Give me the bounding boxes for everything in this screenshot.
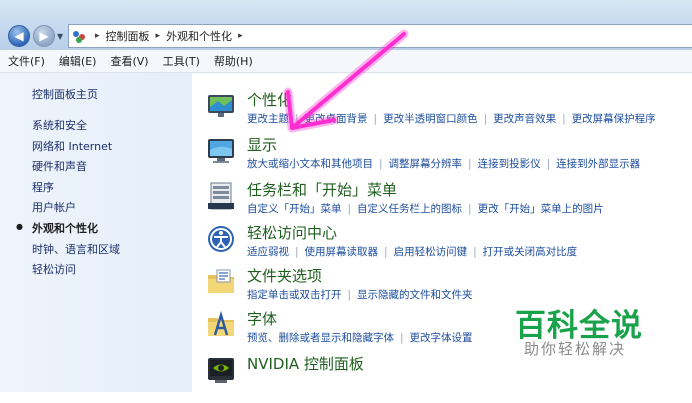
sidebar: 控制面板主页 系统和安全 网络和 Internet 硬件和声音 程序 用户帐户 … <box>0 73 193 392</box>
folder-options-icon[interactable] <box>206 267 236 297</box>
control-panel-icon <box>73 29 89 43</box>
ease-of-access-icon[interactable] <box>206 224 236 254</box>
task-link[interactable]: 连接到外部显示器 <box>556 158 640 170</box>
task-link[interactable]: 更改声音效果 <box>493 113 556 125</box>
breadcrumb-separator: ▸ <box>95 31 100 41</box>
link-divider: | <box>483 113 488 125</box>
task-link[interactable]: 指定单击或双击打开 <box>247 289 342 301</box>
category-title[interactable]: 显示 <box>247 134 277 155</box>
link-divider: | <box>400 332 404 344</box>
personalization-icon[interactable] <box>206 91 236 121</box>
sidebar-item-clock-language[interactable]: 时钟、语言和区域 <box>32 241 120 262</box>
sidebar-home-link[interactable]: 控制面板主页 <box>32 86 98 102</box>
breadcrumb-separator[interactable]: ▸ <box>238 31 243 41</box>
task-link[interactable]: 打开或关闭高对比度 <box>483 246 578 258</box>
link-divider: | <box>373 113 378 125</box>
breadcrumb-appearance[interactable]: 外观和个性化 <box>166 28 232 44</box>
category-links: 放大或缩小文本和其他项目 | 调整屏幕分辨率 | 连接到投影仪 | 连接到外部显示器 <box>247 156 640 171</box>
task-link[interactable]: 连接到投影仪 <box>478 158 541 170</box>
task-link[interactable]: 更改半透明窗口颜色 <box>383 113 478 125</box>
task-link[interactable]: 使用屏幕读取器 <box>305 246 379 258</box>
category-title[interactable]: 轻松访问中心 <box>247 222 337 243</box>
address-bar: ◀ ▶ ▼ ▸ 控制面板 ▸ 外观和个性化 ▸ <box>0 0 692 50</box>
link-divider: | <box>347 203 352 215</box>
sidebar-item-system-security[interactable]: 系统和安全 <box>32 117 120 138</box>
task-link[interactable]: 显示隐藏的文件和文件夹 <box>357 289 473 301</box>
menu-edit[interactable]: 编辑(E) <box>53 53 103 69</box>
link-divider: | <box>379 158 383 170</box>
sidebar-item-network[interactable]: 网络和 Internet <box>32 138 120 159</box>
task-link[interactable]: 更改「开始」菜单上的图片 <box>478 203 604 215</box>
recent-pages-dropdown[interactable]: ▼ <box>57 32 63 41</box>
category-links: 自定义「开始」菜单 | 自定义任务栏上的图标 | 更改「开始」菜单上的图片 <box>247 201 604 216</box>
category-title[interactable]: 任务栏和「开始」菜单 <box>247 179 397 200</box>
category-title[interactable]: NVIDIA 控制面板 <box>247 353 364 374</box>
link-divider: | <box>384 246 388 258</box>
link-divider: | <box>468 203 472 215</box>
link-divider: | <box>295 113 299 125</box>
link-divider: | <box>347 289 352 301</box>
category-title[interactable]: 字体 <box>247 308 277 329</box>
nvidia-icon[interactable] <box>206 355 236 385</box>
link-divider: | <box>473 246 477 258</box>
task-link[interactable]: 启用轻松访问键 <box>394 246 468 258</box>
breadcrumb[interactable]: ▸ 控制面板 ▸ 外观和个性化 ▸ <box>68 24 692 48</box>
menu-view[interactable]: 查看(V) <box>104 53 154 69</box>
breadcrumb-separator: ▸ <box>155 31 161 41</box>
link-divider: | <box>562 113 566 125</box>
link-divider: | <box>546 158 551 170</box>
link-divider: | <box>468 158 472 170</box>
back-button[interactable]: ◀ <box>8 25 30 47</box>
breadcrumb-control-panel[interactable]: 控制面板 <box>106 28 150 44</box>
category-links: 适应弱视 | 使用屏幕读取器 | 启用轻松访问键 | 打开或关闭高对比度 <box>247 244 577 259</box>
category-links: 更改主题 | 更改桌面背景 | 更改半透明窗口颜色 | 更改声音效果 | 更改屏幕保护程序 <box>247 111 656 126</box>
sidebar-list: 系统和安全 网络和 Internet 硬件和声音 程序 用户帐户 外观和个性化 … <box>16 117 120 282</box>
fonts-icon[interactable] <box>206 310 236 340</box>
menu-file[interactable]: 文件(F) <box>2 53 51 69</box>
menu-bar: 文件(F) 编辑(E) 查看(V) 工具(T) 帮助(H) <box>0 50 692 73</box>
taskbar-icon[interactable] <box>206 181 236 211</box>
sidebar-item-appearance: 外观和个性化 <box>16 220 120 241</box>
task-link[interactable]: 预览、删除或者显示和隐藏字体 <box>247 332 394 344</box>
category-title[interactable]: 文件夹选项 <box>247 265 322 286</box>
menu-tools[interactable]: 工具(T) <box>157 53 206 69</box>
sidebar-item-programs[interactable]: 程序 <box>32 179 120 200</box>
sidebar-item-hardware-sound[interactable]: 硬件和声音 <box>32 158 120 179</box>
display-icon[interactable] <box>206 136 236 166</box>
task-link[interactable]: 适应弱视 <box>247 246 289 258</box>
task-link[interactable]: 自定义「开始」菜单 <box>247 203 342 215</box>
task-link[interactable]: 调整屏幕分辨率 <box>389 158 463 170</box>
category-links: 指定单击或双击打开 | 显示隐藏的文件和文件夹 <box>247 287 473 302</box>
task-link[interactable]: 更改主题 <box>247 113 289 125</box>
task-link[interactable]: 放大或缩小文本和其他项目 <box>247 158 373 170</box>
category-title[interactable]: 个性化 <box>247 89 292 110</box>
sidebar-item-user-accounts[interactable]: 用户帐户 <box>32 199 120 220</box>
sidebar-item-ease-of-access[interactable]: 轻松访问 <box>32 261 120 282</box>
task-link[interactable]: 更改屏幕保护程序 <box>572 113 656 125</box>
link-divider: | <box>295 246 299 258</box>
task-link[interactable]: 更改桌面背景 <box>305 113 368 125</box>
task-link[interactable]: 更改字体设置 <box>410 332 473 344</box>
menu-help[interactable]: 帮助(H) <box>208 53 259 69</box>
task-link[interactable]: 自定义任务栏上的图标 <box>357 203 462 215</box>
watermark-subtitle: 助你轻松解决 <box>524 340 627 358</box>
forward-button[interactable]: ▶ <box>33 25 55 47</box>
category-links: 预览、删除或者显示和隐藏字体 | 更改字体设置 <box>247 330 473 345</box>
